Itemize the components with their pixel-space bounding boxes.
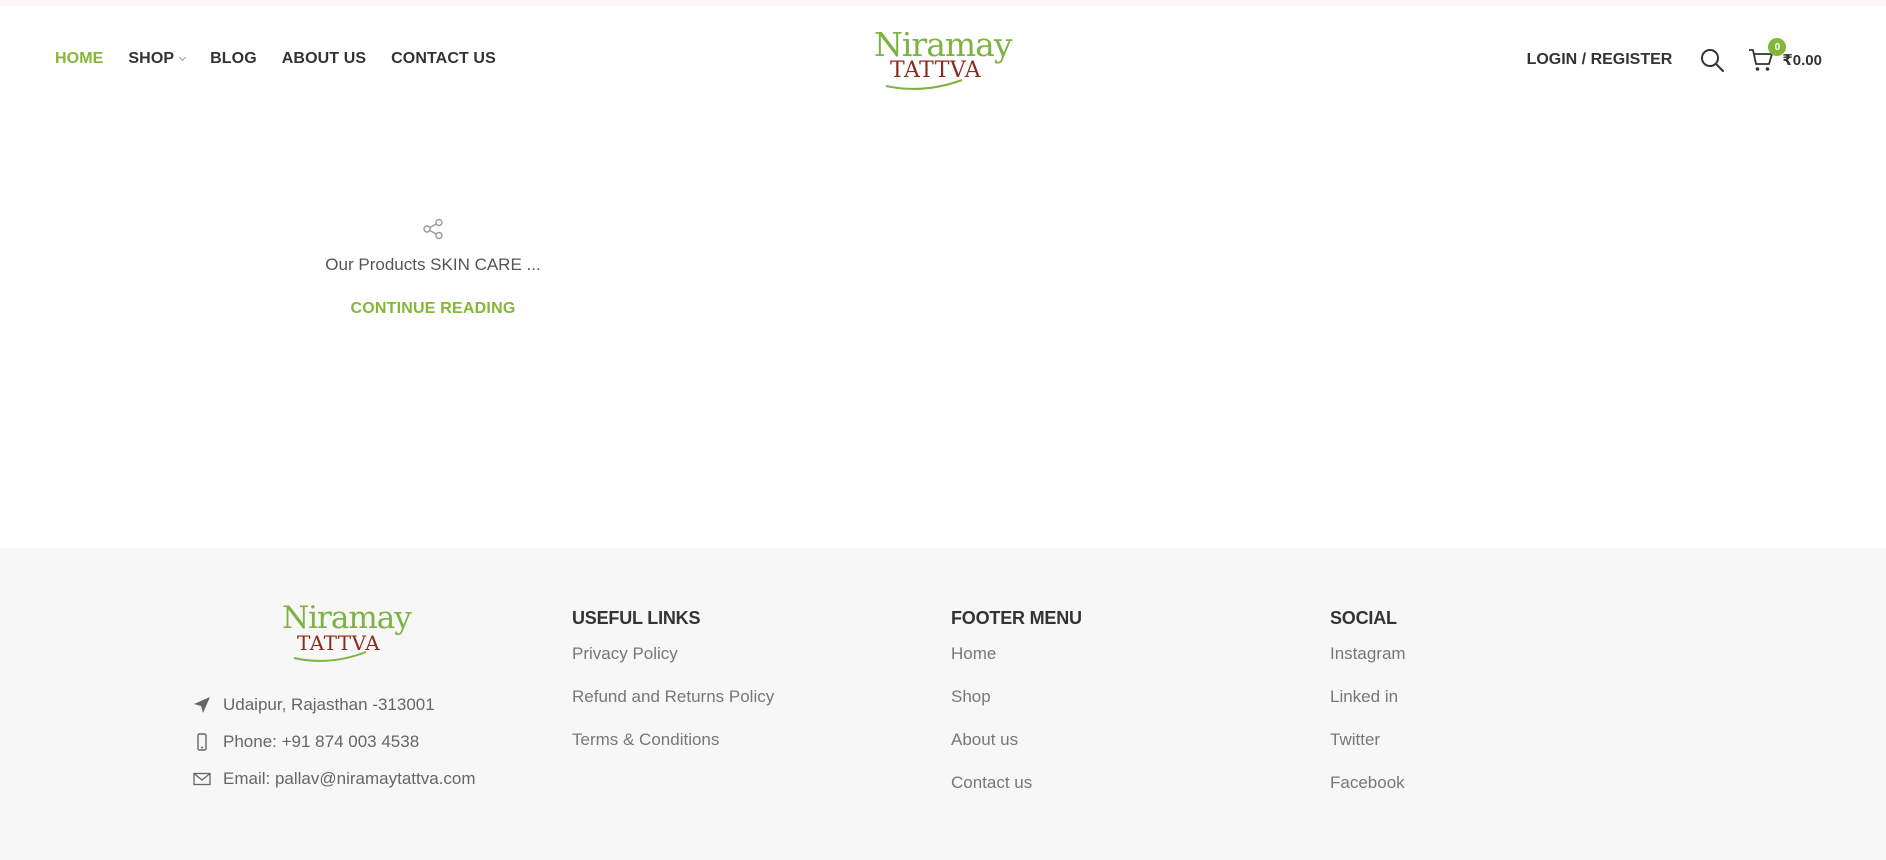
footer-logo-text-niramay: Niramay (282, 600, 412, 636)
footer-link-home[interactable]: Home (951, 644, 1082, 687)
footer-link-instagram[interactable]: Instagram (1330, 644, 1406, 687)
nav-item-home[interactable]: HOME (55, 50, 103, 68)
footer-link-terms[interactable]: Terms & Conditions (572, 730, 774, 773)
site-header: HOME SHOP BLOG ABOUT US CONTACT US Niram… (0, 6, 1886, 114)
blog-post-card: Our Products SKIN CARE ... CONTINUE READ… (300, 218, 566, 318)
login-register-link[interactable]: LOGIN / REGISTER (1527, 51, 1673, 69)
cart-total: ₹0.00 (1782, 52, 1822, 69)
site-footer: Niramay TATTVA Udaipur, Rajasthan -31300… (0, 548, 1886, 860)
footer-social: SOCIAL Instagram Linked in Twitter Faceb… (1330, 608, 1406, 816)
contact-address: Udaipur, Rajasthan -313001 (193, 686, 476, 723)
logo-swoosh-icon (293, 651, 367, 662)
post-excerpt: Our Products SKIN CARE ... (325, 255, 541, 274)
footer-link-privacy-policy[interactable]: Privacy Policy (572, 644, 774, 687)
site-logo[interactable]: Niramay TATTVA (874, 28, 1012, 92)
footer-menu-title: FOOTER MENU (951, 608, 1082, 628)
nav-item-shop[interactable]: SHOP (128, 50, 187, 68)
share-icon[interactable] (300, 218, 566, 240)
logo-text-niramay: Niramay (874, 25, 1012, 64)
contact-email-text: Email: pallav@niramaytattva.com (223, 768, 476, 788)
chevron-down-icon (179, 53, 187, 62)
useful-links-title: USEFUL LINKS (572, 608, 701, 628)
footer-contact-info: Udaipur, Rajasthan -313001 Phone: +91 87… (193, 686, 476, 797)
footer-link-about-us[interactable]: About us (951, 730, 1082, 773)
footer-menu: FOOTER MENU Home Shop About us Contact u… (951, 608, 1082, 816)
footer-logo[interactable]: Niramay TATTVA (282, 602, 412, 664)
email-icon (193, 770, 223, 788)
social-title: SOCIAL (1330, 608, 1397, 628)
cart-button[interactable]: 0 ₹0.00 (1748, 38, 1822, 72)
header-actions: LOGIN / REGISTER 0 ₹0.00 (1527, 38, 1822, 76)
nav-item-about-us[interactable]: ABOUT US (282, 50, 366, 68)
nav-item-shop-label: SHOP (128, 50, 175, 67)
footer-link-shop[interactable]: Shop (951, 687, 1082, 730)
contact-phone: Phone: +91 874 003 4538 (193, 723, 476, 760)
contact-phone-text: Phone: +91 874 003 4538 (223, 731, 420, 751)
footer-link-facebook[interactable]: Facebook (1330, 773, 1406, 816)
search-icon[interactable] (1698, 46, 1726, 74)
phone-icon (193, 732, 223, 751)
continue-reading-link[interactable]: CONTINUE READING (351, 300, 516, 317)
footer-link-linkedin[interactable]: Linked in (1330, 687, 1406, 730)
location-arrow-icon (193, 696, 223, 714)
contact-address-text: Udaipur, Rajasthan -313001 (223, 694, 435, 714)
nav-item-blog[interactable]: BLOG (210, 50, 257, 68)
footer-link-twitter[interactable]: Twitter (1330, 730, 1406, 773)
contact-email: Email: pallav@niramaytattva.com (193, 760, 476, 797)
footer-useful-links: USEFUL LINKS Privacy Policy Refund and R… (572, 608, 774, 773)
main-nav: HOME SHOP BLOG ABOUT US CONTACT US (55, 50, 521, 68)
footer-link-refund-returns[interactable]: Refund and Returns Policy (572, 687, 774, 730)
footer-link-contact-us[interactable]: Contact us (951, 773, 1082, 816)
nav-item-contact-us[interactable]: CONTACT US (391, 50, 496, 68)
logo-swoosh-icon (885, 79, 963, 90)
